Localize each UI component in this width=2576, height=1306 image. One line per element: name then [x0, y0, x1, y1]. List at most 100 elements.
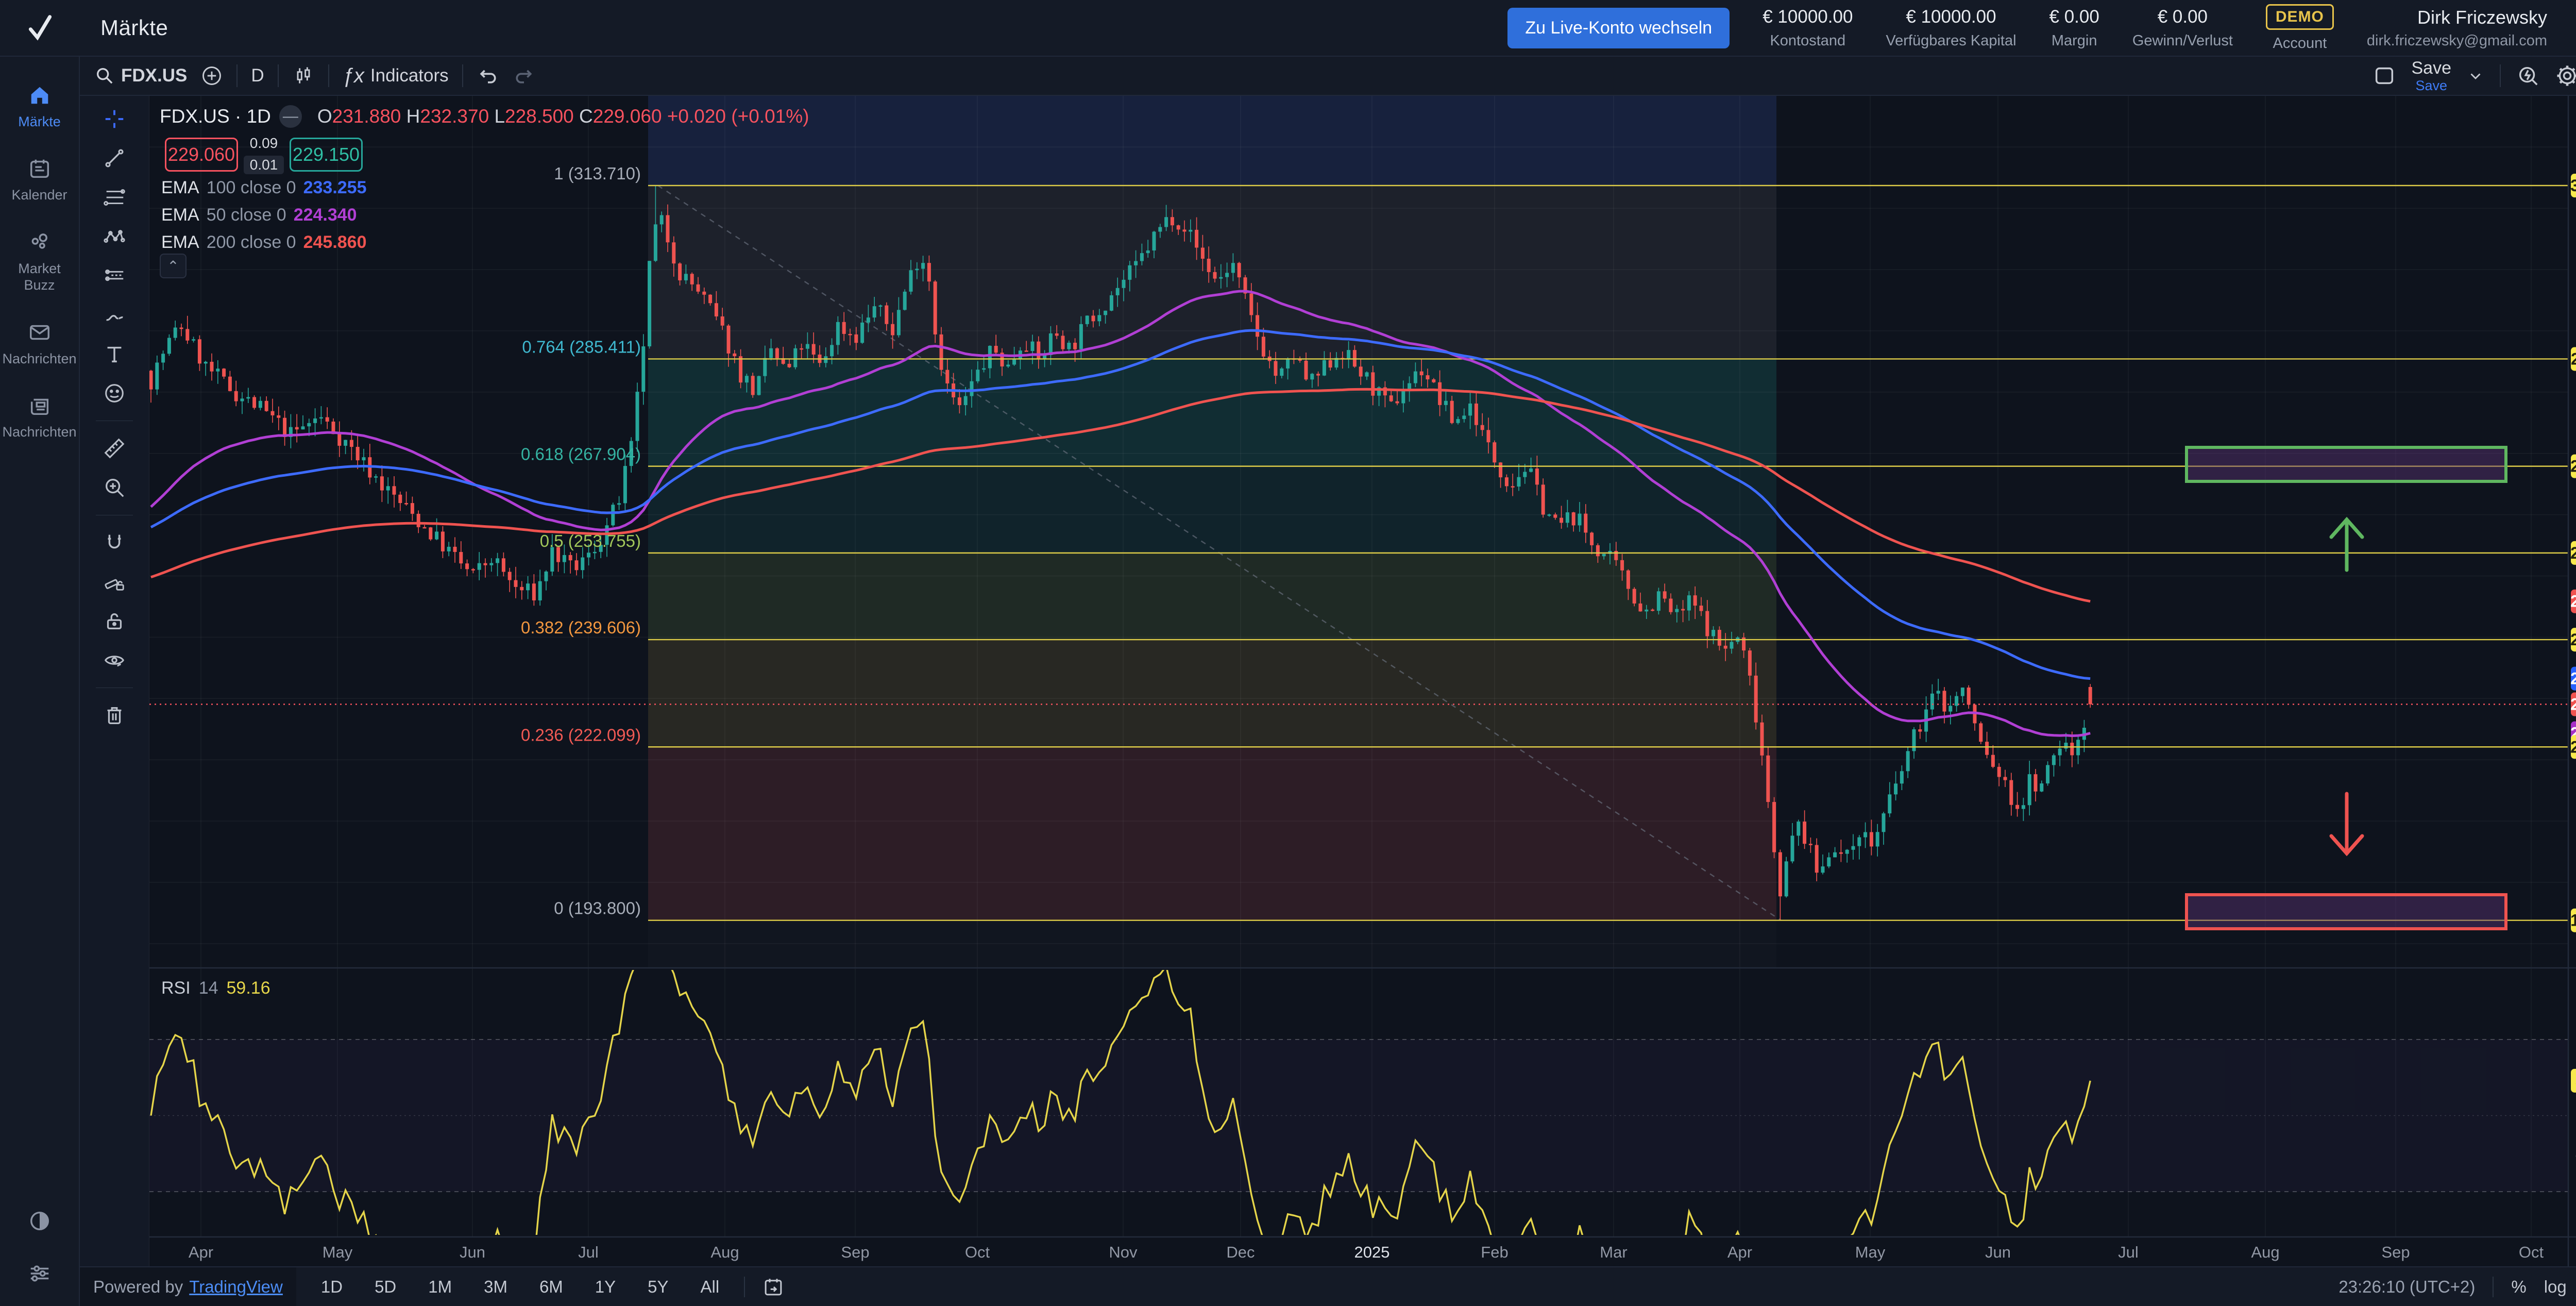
- settings-sliders-icon[interactable]: [28, 1262, 52, 1285]
- sidebar-item-label: Nachrichten: [2, 350, 76, 367]
- toolbar-divider: [328, 64, 329, 87]
- go-to-date-icon[interactable]: [762, 1276, 784, 1298]
- svg-text:Jul: Jul: [578, 1243, 599, 1261]
- svg-text:222.099: 222.099: [2570, 738, 2576, 756]
- theme-contrast-icon[interactable]: [28, 1209, 52, 1233]
- range-5y-button[interactable]: 5Y: [640, 1274, 675, 1300]
- svg-text:0.618 (267.904): 0.618 (267.904): [521, 445, 641, 464]
- symbol-search-button[interactable]: FDX.US: [94, 65, 187, 86]
- range-5d-button[interactable]: 5D: [367, 1274, 403, 1300]
- hide-drawings-eye-icon[interactable]: [103, 648, 126, 672]
- ruler-tool-icon[interactable]: [103, 437, 126, 460]
- chart-symbol-title[interactable]: FDX.US · 1D: [160, 106, 271, 127]
- indicators-button[interactable]: ƒx Indicators: [343, 64, 449, 88]
- rsi-name: RSI: [161, 978, 191, 998]
- svg-text:Apr: Apr: [189, 1243, 213, 1261]
- toolbar-divider: [462, 64, 463, 87]
- home-icon: [28, 83, 52, 107]
- svg-text:Aug: Aug: [710, 1243, 739, 1261]
- clock[interactable]: 23:26:10 (UTC+2): [2338, 1277, 2475, 1297]
- sidebar-item-nachrichten-mail[interactable]: Nachrichten: [0, 307, 79, 380]
- lock-all-tool-icon[interactable]: [103, 609, 126, 633]
- ema-50-legend[interactable]: EMA 50 close 0 224.340: [161, 205, 367, 225]
- price-chart[interactable]: 320.000310.000300.000290.000280.000270.0…: [0, 0, 2576, 1306]
- log-scale-button[interactable]: log: [2544, 1277, 2567, 1297]
- svg-text:Jun: Jun: [460, 1243, 485, 1261]
- trend-line-tool-icon[interactable]: [103, 146, 126, 170]
- svg-text:267.904: 267.904: [2570, 457, 2576, 476]
- toolbar-divider: [278, 64, 279, 87]
- position-tool-icon[interactable]: [103, 264, 126, 288]
- interval-button[interactable]: D: [251, 65, 264, 86]
- legend-collapse-button[interactable]: ⌃: [160, 254, 187, 278]
- footer-divider: [744, 1277, 745, 1297]
- svg-text:253.755: 253.755: [2570, 544, 2576, 562]
- sidebar-item-maerkte[interactable]: Märkte: [0, 70, 79, 143]
- svg-text:285.411: 285.411: [2571, 349, 2576, 368]
- buy-button[interactable]: 229.150: [290, 138, 363, 172]
- powered-by-label: Powered by: [93, 1277, 183, 1297]
- sidebar-item-kalender[interactable]: Kalender: [0, 143, 79, 216]
- ema-200-legend[interactable]: EMA 200 close 0 245.860: [161, 232, 367, 253]
- layout-icon[interactable]: [2372, 64, 2396, 88]
- spread-top: 0.09: [250, 135, 278, 152]
- gear-icon[interactable]: [2555, 64, 2576, 88]
- sell-button[interactable]: 229.060: [165, 138, 238, 172]
- redo-icon[interactable]: [513, 64, 535, 87]
- undo-icon[interactable]: [477, 64, 499, 87]
- fib-labels: 1 (313.710)0.764 (285.411)0.618 (267.904…: [521, 164, 641, 918]
- range-1d-button[interactable]: 1D: [314, 1274, 350, 1300]
- range-1m-button[interactable]: 1M: [421, 1274, 459, 1300]
- xabcd-pattern-tool-icon[interactable]: [103, 225, 126, 248]
- ema-100-legend[interactable]: EMA 100 close 0 233.255: [161, 178, 367, 198]
- save-sub-label: Save: [2415, 79, 2447, 93]
- svg-text:Jul: Jul: [2118, 1243, 2139, 1261]
- brush-tool-icon[interactable]: [103, 303, 126, 327]
- zoom-in-tool-icon[interactable]: [103, 476, 126, 499]
- fib-bands: [648, 96, 1776, 968]
- svg-text:Feb: Feb: [1481, 1243, 1508, 1261]
- time-axis: AprMayJunJulAugSepOctNovDec2025FebMarApr…: [189, 1243, 2544, 1261]
- indicator-legend: EMA 100 close 0 233.255 EMA 50 close 0 2…: [161, 178, 367, 253]
- compare-add-icon[interactable]: [200, 64, 223, 87]
- svg-text:0.382 (239.606): 0.382 (239.606): [521, 618, 641, 637]
- sidebar-item-nachrichten-news[interactable]: Nachrichten: [0, 380, 79, 454]
- up-arrow: [2331, 520, 2362, 570]
- svg-text:May: May: [323, 1243, 353, 1261]
- search-icon: [94, 65, 115, 86]
- percent-scale-button[interactable]: %: [2511, 1277, 2526, 1297]
- fib-retracement-tool-icon[interactable]: [103, 186, 126, 209]
- range-1y-button[interactable]: 1Y: [588, 1274, 623, 1300]
- tradingview-link[interactable]: TradingView: [189, 1277, 283, 1297]
- range-all-button[interactable]: All: [693, 1274, 727, 1300]
- svg-text:313.710: 313.710: [2570, 176, 2576, 195]
- nav-sidebar: Märkte Kalender Market Buzz Nachrichten …: [0, 57, 80, 1306]
- target-box-lower: [2187, 895, 2506, 929]
- range-3m-button[interactable]: 3M: [477, 1274, 515, 1300]
- crosshair-tool-icon[interactable]: [103, 107, 126, 131]
- fx-icon: ƒx: [343, 64, 364, 88]
- save-button[interactable]: Save Save: [2412, 59, 2452, 93]
- trash-icon[interactable]: [103, 704, 126, 727]
- chart-style-candles-icon[interactable]: [292, 64, 315, 87]
- svg-text:1 (313.710): 1 (313.710): [554, 164, 641, 183]
- rsi-axis: 80.0070.0050.0040.0030.0020.0059.16: [2571, 992, 2576, 1239]
- spread-values: 0.09 0.01: [238, 135, 290, 174]
- drawing-lock-tool-icon[interactable]: [103, 570, 126, 594]
- sidebar-item-market-buzz[interactable]: Market Buzz: [0, 217, 79, 307]
- powered-by: Powered by TradingView: [80, 1267, 296, 1306]
- range-6m-button[interactable]: 6M: [532, 1274, 570, 1300]
- rsi-period: 14: [199, 978, 218, 998]
- svg-text:193.800: 193.800: [2570, 911, 2576, 930]
- newspaper-icon: [28, 394, 52, 417]
- magnet-tool-icon[interactable]: [103, 531, 126, 555]
- chevron-down-icon[interactable]: [2467, 67, 2484, 85]
- rsi-legend[interactable]: RSI 14 59.16: [161, 978, 270, 998]
- emoji-tool-icon[interactable]: [103, 381, 126, 405]
- text-tool-icon[interactable]: [103, 342, 126, 366]
- quick-search-icon[interactable]: [2516, 64, 2540, 88]
- toolbar-divider: [236, 64, 238, 87]
- symbol-search-label: FDX.US: [121, 65, 187, 86]
- legend-collapse-pill[interactable]: —: [279, 105, 302, 128]
- calendar-icon: [28, 157, 52, 180]
